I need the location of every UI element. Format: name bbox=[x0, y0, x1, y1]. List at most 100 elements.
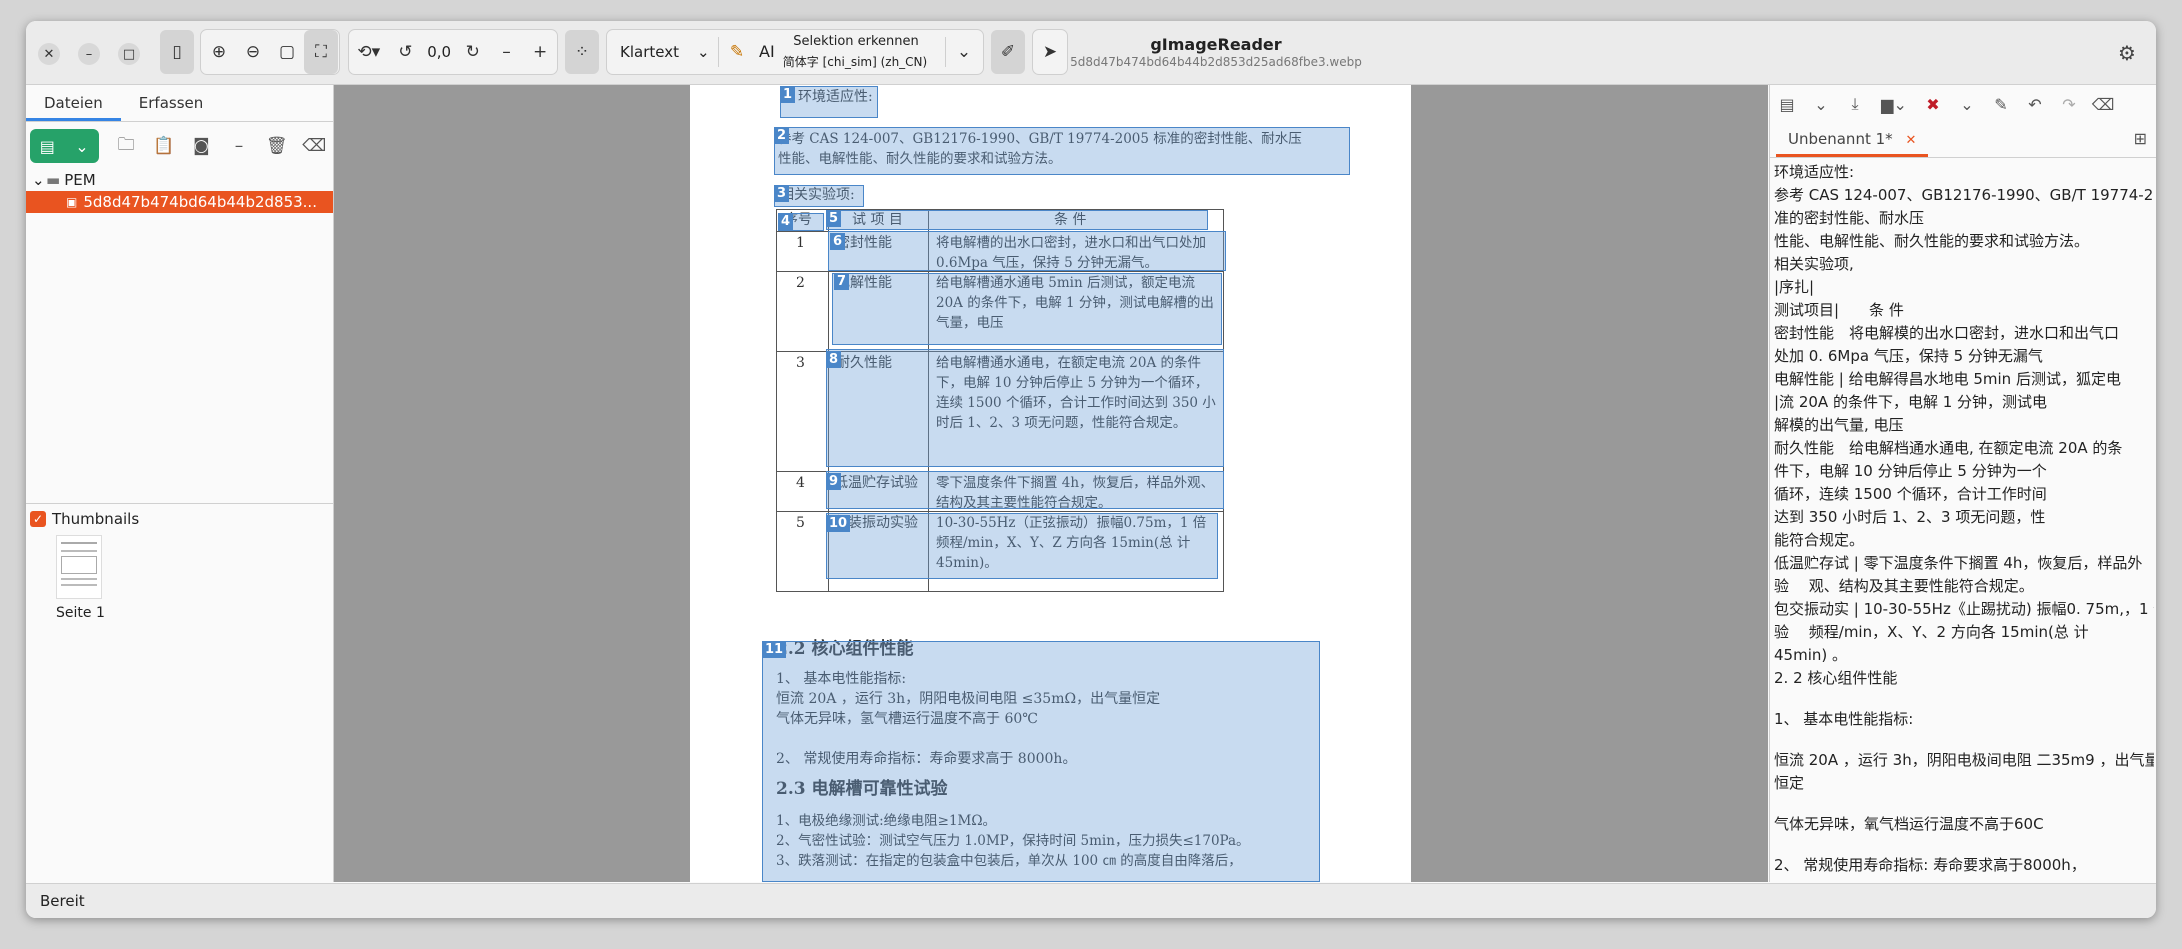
add-images-button[interactable]: ▤ ⌄ bbox=[30, 129, 100, 163]
rotate-mode-icon[interactable]: ⟲▾ bbox=[349, 30, 389, 74]
clear-icon[interactable]: ⌫ bbox=[295, 136, 333, 156]
output-line: 测试项目| 条 件 bbox=[1774, 301, 1904, 319]
rotate-group: ⟲▾ ↺ 0,0 ↻ – + bbox=[348, 29, 558, 75]
tab-capture[interactable]: Erfassen bbox=[121, 85, 221, 121]
rotate-right-icon[interactable]: ↻ bbox=[456, 30, 490, 74]
autodetect-layout-button[interactable]: ⁘ bbox=[564, 29, 600, 75]
rotate-left-icon[interactable]: ↺ bbox=[389, 30, 423, 74]
selection-number-badge: 8 bbox=[826, 351, 842, 368]
table-line bbox=[776, 209, 777, 591]
selection-number-badge: 4 bbox=[778, 213, 794, 230]
left-tabs: Dateien Erfassen bbox=[26, 85, 333, 122]
paste-icon[interactable]: 📋 bbox=[145, 136, 183, 156]
output-line: 解模的出气量, 电压 bbox=[1774, 416, 1904, 434]
language-dropdown-icon[interactable]: ⌄ bbox=[946, 30, 982, 74]
output-line: 恒流 20A ，运行 3h，阴阳电极间电阻 二35m9 ，出气量 bbox=[1774, 751, 2154, 769]
maximize-window-button[interactable]: □ bbox=[118, 43, 140, 65]
close-window-button[interactable]: ✕ bbox=[38, 43, 60, 65]
tab-label: Unbenannt 1* bbox=[1788, 130, 1893, 148]
table-line bbox=[776, 591, 1224, 592]
sources-panel: Dateien Erfassen ▤ ⌄ 🗀 📋 ◙ – 🗑 ⌫ ⌄ ▬ PEM… bbox=[26, 85, 334, 882]
rotation-value[interactable]: 0,0 bbox=[422, 43, 456, 61]
selection-box[interactable] bbox=[826, 513, 1218, 579]
selection-box[interactable] bbox=[826, 349, 1224, 467]
output-line: 性能、电解性能、耐久性能的要求和试验方法。 bbox=[1774, 232, 2090, 250]
tree-folder[interactable]: ⌄ ▬ PEM bbox=[26, 169, 333, 191]
screenshot-icon[interactable]: ◙ bbox=[183, 136, 221, 156]
close-icon[interactable]: ✕ bbox=[1905, 133, 1916, 148]
output-line: 45min) 。 bbox=[1774, 646, 1847, 664]
delete-icon[interactable]: 🗑 bbox=[258, 136, 296, 156]
selection-number-badge: 2 bbox=[774, 127, 790, 144]
save-icon[interactable]: ⤓ bbox=[1838, 94, 1872, 114]
document-page: 环境适应性: 参考 CAS 124-007、GB12176-1990、GB/T … bbox=[690, 85, 1411, 882]
tree-file[interactable]: ▣ 5d8d47b474bd64b44b2d853... bbox=[26, 191, 333, 213]
zoom-original-icon[interactable]: ▢ bbox=[270, 30, 304, 74]
selection-number-badge: 7 bbox=[834, 273, 850, 290]
selection-box[interactable] bbox=[832, 273, 1222, 345]
new-tab-icon[interactable]: ⊞ bbox=[2134, 129, 2147, 148]
page-thumbnail[interactable] bbox=[56, 535, 102, 599]
output-line: 2、 常规使用寿命指标: 寿命要求高于8000h， bbox=[1774, 856, 2086, 874]
selection-box[interactable] bbox=[762, 641, 1320, 882]
folder-name: PEM bbox=[64, 171, 96, 189]
paste-mode-icon[interactable]: ▆⌄ bbox=[1872, 95, 1916, 114]
recognize-selection-button[interactable]: AI Selektion erkennen 简体字 [chi_sim] (zh_… bbox=[755, 30, 945, 74]
output-mode-icon[interactable]: ▤ bbox=[1770, 95, 1804, 114]
ocr-mode-dropdown[interactable]: Klartext ⌄ bbox=[608, 43, 718, 61]
selection-box[interactable] bbox=[828, 231, 1226, 271]
minimize-window-button[interactable]: – bbox=[78, 43, 100, 65]
open-folder-icon[interactable]: 🗀 bbox=[107, 132, 145, 161]
output-line: 参考 CAS 124-007、GB12176-1990、GB/T 19774-2… bbox=[1774, 186, 2154, 204]
tab-unbenannt[interactable]: Unbenannt 1* ✕ bbox=[1776, 123, 1929, 157]
output-line: 循环，连续 1500 个循环，合计工作时间 bbox=[1774, 485, 2047, 503]
selection-number-badge: 10 bbox=[826, 515, 851, 532]
image-canvas[interactable]: 环境适应性: 参考 CAS 124-007、GB12176-1990、GB/T … bbox=[334, 85, 1768, 882]
selection-box[interactable] bbox=[826, 210, 1208, 230]
document-icon: ▯ bbox=[160, 30, 194, 74]
selection-box[interactable] bbox=[774, 127, 1350, 175]
selection-number-badge: 9 bbox=[826, 473, 842, 490]
zoom-out-icon[interactable]: ⊖ bbox=[236, 30, 270, 74]
plus-icon[interactable]: + bbox=[523, 30, 557, 74]
ocr-settings-icon[interactable]: ✎ bbox=[719, 30, 755, 74]
output-line: |序扎| bbox=[1774, 278, 1815, 296]
zoom-fit-icon[interactable]: ⛶ bbox=[304, 30, 338, 74]
output-line: 耐久性能 给电解档通水通电, 在额定电流 20A 的条 bbox=[1774, 439, 2123, 457]
minus-icon[interactable]: – bbox=[490, 30, 524, 74]
output-text-area[interactable]: 环境适应性: 参考 CAS 124-007、GB12176-1990、GB/T 1… bbox=[1774, 161, 2154, 877]
add-images-icon: ▤ bbox=[39, 136, 55, 156]
clear-output-icon[interactable]: ⌫ bbox=[2086, 95, 2120, 114]
chevron-down-icon[interactable]: ⌄ bbox=[1804, 95, 1838, 114]
output-line: 达到 350 小时后 1、2、3 项无问题，性 bbox=[1774, 508, 2046, 526]
table-cell-no: 4 bbox=[796, 475, 805, 491]
checkbox-icon[interactable]: ✓ bbox=[30, 511, 46, 527]
zoom-group: ⊕ ⊖ ▢ ⛶ bbox=[200, 29, 340, 75]
open-sources-button[interactable]: ▯ bbox=[160, 29, 194, 75]
selection-number-badge: 6 bbox=[830, 233, 846, 250]
strip-icon[interactable]: ✎ bbox=[1984, 95, 2018, 114]
status-bar: Bereit bbox=[26, 883, 2156, 918]
tab-files[interactable]: Dateien bbox=[26, 85, 121, 121]
thumbnails-header[interactable]: ✓ Thumbnails bbox=[26, 503, 333, 530]
selection-box[interactable] bbox=[826, 471, 1224, 509]
file-name: 5d8d47b474bd64b44b2d853... bbox=[83, 193, 317, 211]
window-title: gImageReader bbox=[1150, 35, 1282, 54]
image-file-icon: ▣ bbox=[66, 195, 78, 209]
zoom-in-icon[interactable]: ⊕ bbox=[202, 30, 236, 74]
recognize-label: Selektion erkennen bbox=[793, 34, 919, 49]
chevron-down-icon: ⌄ bbox=[696, 43, 710, 61]
output-line: 相关实验项, bbox=[1774, 255, 1854, 273]
table-cell-no: 3 bbox=[796, 355, 805, 371]
sources-toolbar: ▤ ⌄ 🗀 📋 ◙ – 🗑 ⌫ bbox=[26, 127, 333, 165]
output-line: 环境适应性: bbox=[1774, 163, 1855, 181]
app-window: ✕ – □ ▯ ⊕ ⊖ ▢ ⛶ ⟲▾ ↺ 0,0 ↻ – + ⁘ Klartex… bbox=[26, 21, 2156, 918]
gear-icon[interactable]: ⚙ bbox=[2118, 41, 2136, 65]
spellcheck-icon[interactable]: ✖ bbox=[1916, 95, 1950, 114]
redo-icon[interactable]: ↷ bbox=[2052, 95, 2086, 114]
chevron-down-icon[interactable]: ⌄ bbox=[1950, 95, 1984, 114]
remove-icon[interactable]: – bbox=[220, 136, 258, 156]
undo-icon[interactable]: ↶ bbox=[2018, 95, 2052, 114]
